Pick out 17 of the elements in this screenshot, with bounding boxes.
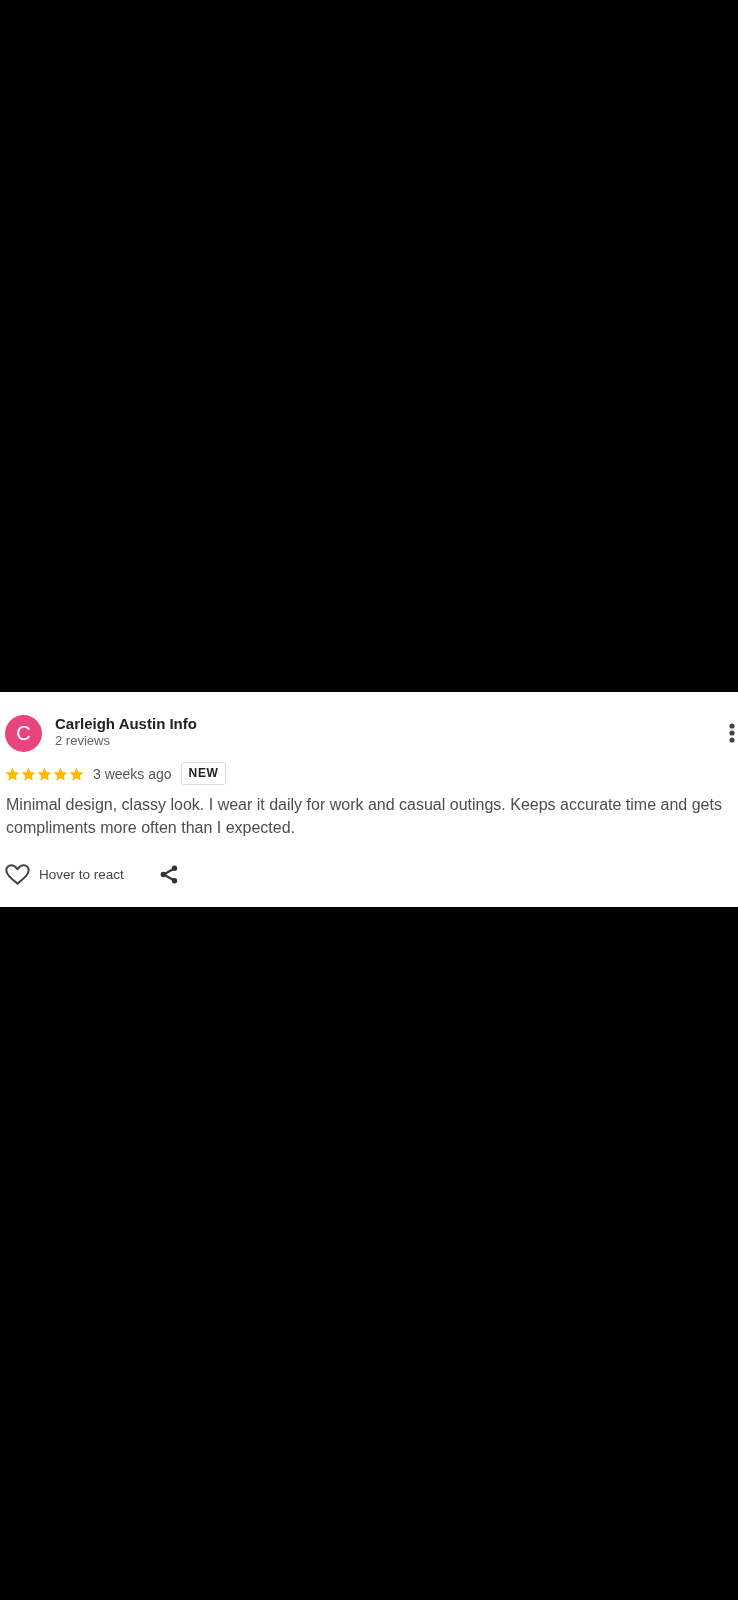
heart-icon <box>5 864 30 885</box>
more-options-icon <box>729 723 735 743</box>
new-badge: NEW <box>180 762 227 785</box>
author-name[interactable]: Carleigh Austin Info <box>55 715 197 733</box>
author-avatar: C <box>5 715 42 752</box>
star-icon <box>21 766 36 781</box>
review-count: 2 reviews <box>55 733 110 749</box>
review-text: Minimal design, classy look. I wear it daily for work and casual outings. Keeps accurate time and gets compliments more often than I expected. <box>6 795 723 838</box>
react-button[interactable]: Hover to react <box>5 864 124 885</box>
more-options-button[interactable] <box>729 721 735 745</box>
share-icon <box>159 865 178 884</box>
star-icon <box>69 766 84 781</box>
star-icon <box>5 766 20 781</box>
star-icon <box>53 766 68 781</box>
share-button[interactable] <box>159 865 178 884</box>
star-icon <box>37 766 52 781</box>
review-time: 3 weeks ago <box>93 765 172 782</box>
